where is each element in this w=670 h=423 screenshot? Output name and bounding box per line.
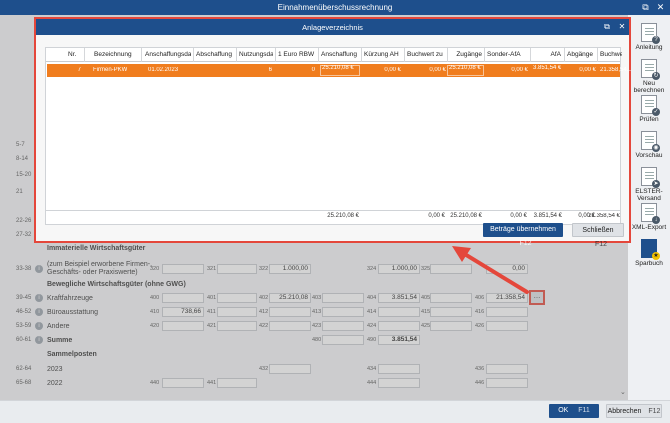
toolbar-label: Sparbuch — [635, 260, 663, 267]
total-zugaenge: 25.210,08 € — [450, 213, 482, 219]
anlageverzeichnis-dialog: Anlageverzeichnis ⧉ ✕ Nr. Bezeichnung An… — [34, 17, 632, 248]
column-header[interactable]: Anschaffung — [321, 51, 359, 58]
toolbar-xml-export[interactable]: ↓ XML-Export — [628, 203, 670, 231]
total-buchwert-am: 21.358,54 € — [588, 213, 620, 219]
cell-sonder-afa: 0,00 € — [511, 67, 528, 73]
preview-icon: ◉ — [641, 131, 660, 152]
cell-abgaenge: 0,00 € — [579, 67, 596, 73]
column-header[interactable]: Anschaffungsdat — [145, 51, 191, 58]
column-header[interactable]: Buchwert am — [600, 51, 622, 58]
asset-table: Nr. Bezeichnung Anschaffungsdat Abschaff… — [45, 47, 632, 225]
column-header[interactable]: Abschaffung — [196, 51, 234, 58]
popout-icon[interactable]: ⧉ — [640, 2, 651, 13]
send-icon: ➤ — [641, 167, 660, 188]
total-anschaffung: 25.210,08 € — [327, 213, 359, 219]
toolbar-elster[interactable]: ➤ ELSTER-Versand — [628, 167, 670, 202]
total-buchwert-zu: 0,00 € — [428, 213, 445, 219]
cell-anschaffung: 25.210,08 € — [322, 65, 354, 71]
footer-bar: OK F11 Abbrechen F12 — [0, 400, 670, 423]
cell-buchwert-zu: 0,00 € — [429, 67, 446, 73]
toolbar-label: Neu berechnen — [633, 80, 665, 94]
toolbar-anleitung[interactable]: ? Anleitung — [628, 23, 670, 51]
toolbar-label: ELSTER-Versand — [635, 188, 663, 202]
toolbar-sparbuch[interactable]: ★ Sparbuch — [628, 239, 670, 267]
total-sonder-afa: 0,00 € — [510, 213, 527, 219]
dialog-title: Anlageverzeichnis — [302, 23, 363, 32]
book-icon: ? — [641, 23, 660, 44]
close-key: F12 — [594, 241, 608, 248]
ok-label: OK — [558, 407, 569, 414]
toolbar-vorschau[interactable]: ◉ Vorschau — [628, 131, 670, 159]
close-button[interactable]: Schließen F12 — [572, 223, 624, 248]
close-icon[interactable]: ✕ — [655, 2, 666, 13]
total-afa: 3.851,54 € — [533, 213, 562, 219]
cell-kuerzung: 0,00 € — [384, 67, 401, 73]
column-header[interactable]: Buchwert zu — [407, 51, 445, 58]
cell-bezeichnung: Firmen-PKW — [93, 67, 128, 73]
ok-key: F11 — [578, 407, 590, 414]
toolbar-label: Anleitung — [635, 44, 663, 51]
cell-nr: 7 — [77, 67, 81, 73]
window-title: Einnahmenüberschussrechnung — [277, 3, 393, 12]
right-toolbar: ? Anleitung ↻ Neu berechnen ✓ Prüfen ◉ V… — [628, 15, 670, 400]
column-header[interactable]: Abgänge — [567, 51, 595, 58]
ok-button[interactable]: OK F11 — [549, 404, 599, 418]
toolbar-label: XML-Export — [631, 224, 667, 231]
cell-rbw: 0 — [311, 67, 315, 73]
toolbar-neu-berechnen[interactable]: ↻ Neu berechnen — [628, 59, 670, 94]
cell-afa: 3.851,54 € — [533, 65, 562, 71]
cancel-label: Abbrechen — [607, 408, 642, 415]
apply-key: F12 — [519, 240, 532, 247]
column-header[interactable]: Kürzung AH — [364, 51, 402, 58]
column-header[interactable]: Zugänge — [450, 51, 482, 58]
column-header[interactable]: Nr. — [68, 51, 76, 58]
toolbar-label: Vorschau — [635, 152, 663, 159]
close-label: Schließen — [582, 227, 614, 234]
table-totals-row: 25.210,08 € 0,00 € 25.210,08 € 0,00 € 3.… — [46, 210, 620, 222]
cell-anschaffungsdatum: 01.02.2023 — [148, 67, 179, 73]
table-header: Nr. Bezeichnung Anschaffungsdat Abschaff… — [46, 48, 622, 62]
window-titlebar: Einnahmenüberschussrechnung ⧉ ✕ — [0, 0, 670, 15]
close-icon[interactable]: ✕ — [617, 22, 627, 32]
cell-zugaenge: 25.210,08 € — [449, 65, 481, 71]
cell-nutzungsdauer: 6 — [268, 67, 272, 73]
column-header[interactable]: 1 Euro RBW — [278, 51, 316, 58]
book-brand-icon: ★ — [641, 239, 660, 260]
column-header[interactable]: Nutzungsda — [239, 51, 273, 58]
dialog-titlebar: Anlageverzeichnis ⧉ ✕ — [36, 19, 629, 35]
column-header[interactable]: AfA — [533, 51, 561, 58]
column-header[interactable]: Sonder-AfA — [487, 51, 527, 58]
check-icon: ✓ — [641, 95, 660, 116]
toolbar-pruefen[interactable]: ✓ Prüfen — [628, 95, 670, 123]
cancel-key: F12 — [648, 408, 661, 415]
table-row[interactable]: 7 Firmen-PKW 01.02.2023 6 0 25.210,08 € … — [47, 64, 632, 77]
column-header[interactable]: Bezeichnung — [94, 51, 132, 58]
recalc-icon: ↻ — [641, 59, 660, 80]
apply-amounts-button[interactable]: Beträge übernehmen F12 — [483, 223, 563, 247]
popout-icon[interactable]: ⧉ — [602, 22, 612, 32]
cancel-button[interactable]: Abbrechen F12 — [606, 404, 662, 418]
cell-buchwert-am: 21.358,54... — [600, 67, 632, 73]
toolbar-label: Prüfen — [639, 116, 659, 123]
xml-icon: ↓ — [641, 203, 660, 224]
apply-label: Beträge übernehmen — [490, 226, 556, 233]
